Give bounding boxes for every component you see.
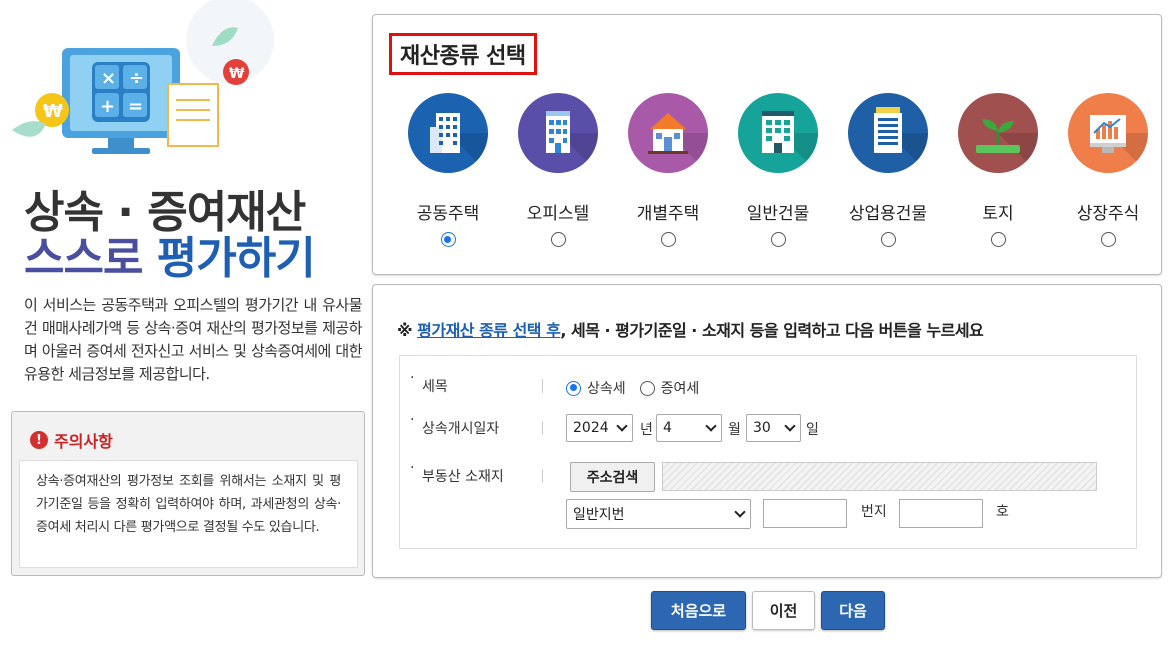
section-title: 재산종류 선택	[389, 33, 537, 75]
warning-icon: !	[30, 431, 48, 449]
date-label: 상속개시일자	[410, 412, 499, 438]
apartment-icon[interactable]	[408, 93, 488, 173]
address-label: 부동산 소재지	[410, 460, 504, 486]
asset-type-radio[interactable]	[1100, 232, 1116, 247]
caution-box: ! 주의사항 상속·증여재산의 평가정보 조회를 위해서는 소재지 및 평가기준…	[11, 411, 365, 576]
asset-type-radio[interactable]	[660, 232, 676, 247]
bunji-input[interactable]	[763, 499, 847, 528]
year-unit: 년	[640, 422, 653, 438]
lot-type-select[interactable]: 일반지번	[566, 499, 751, 529]
year-select[interactable]: 2024	[566, 414, 633, 442]
year-value: 2024	[573, 420, 609, 436]
svg-text:₩: ₩	[43, 101, 63, 122]
ho-input[interactable]	[899, 499, 983, 528]
caution-header: ! 주의사항	[30, 428, 113, 452]
next-button[interactable]: 다음	[821, 591, 885, 630]
svg-text:=: =	[128, 96, 143, 117]
asset-type-label: 일반건물	[746, 204, 810, 224]
notice-mark: ※	[397, 321, 418, 340]
month-unit: 월	[728, 422, 741, 438]
chevron-down-icon	[734, 506, 746, 518]
asset-type-label: 공동주택	[416, 204, 480, 224]
svg-text:÷: ÷	[129, 68, 144, 89]
asset-type-option[interactable]: 공동주택	[393, 93, 503, 251]
home-button[interactable]: 처음으로	[651, 591, 746, 630]
tax-type-label: 세목	[410, 370, 448, 396]
svg-text:×: ×	[101, 68, 116, 89]
chevron-down-icon	[784, 420, 796, 432]
input-form: 세목 상속세 증여세 상속개시일자 2024 년 4 월 30 일 부동산 소재…	[399, 355, 1137, 549]
month-value: 4	[663, 420, 672, 436]
page-title-part-a: 스스로	[24, 233, 157, 284]
asset-type-option[interactable]: 토지	[943, 93, 1053, 251]
option-gift-label: 증여세	[660, 381, 700, 397]
service-intro: 이 서비스는 공동주택과 오피스텔의 평가기간 내 유사물건 매매사례가액 등 …	[24, 296, 363, 383]
asset-type-panel: 재산종류 선택 공동주택 오피스텔 개별주택 일반건물 상업용건물 토지 상장주식	[372, 14, 1162, 275]
land-sprout-icon[interactable]	[958, 93, 1038, 173]
ho-unit: 호	[996, 504, 1009, 520]
hero-illustration: × ÷ + = ₩ ₩	[0, 0, 370, 180]
chevron-down-icon	[705, 420, 717, 432]
asset-type-radio[interactable]	[880, 232, 896, 247]
svg-text:₩: ₩	[229, 66, 245, 82]
tax-type-options: 상속세 증여세	[566, 378, 699, 398]
asset-type-radio[interactable]	[550, 232, 566, 247]
lot-type-value: 일반지번	[573, 507, 625, 523]
notice-highlight: 평가재산 종류 선택 후	[417, 321, 561, 340]
house-icon[interactable]	[628, 93, 708, 173]
asset-type-radio[interactable]	[990, 232, 1006, 247]
radio-inheritance[interactable]	[566, 380, 581, 396]
day-select[interactable]: 30	[746, 414, 801, 442]
address-search-button[interactable]: 주소검색	[570, 462, 655, 492]
asset-type-label: 개별주택	[636, 204, 700, 224]
prev-button[interactable]: 이전	[752, 591, 815, 630]
calculator-monitor-icon: × ÷ + = ₩ ₩	[12, 0, 274, 154]
month-select[interactable]: 4	[656, 414, 722, 442]
bunji-unit: 번지	[861, 504, 887, 520]
page-title-part-b: 평가하기	[156, 233, 316, 284]
radio-gift[interactable]	[639, 380, 655, 396]
input-panel: ※ 평가재산 종류 선택 후, 세목 · 평가기준일 · 소재지 등을 입력하고…	[372, 284, 1162, 578]
divider	[542, 469, 543, 483]
asset-type-option[interactable]: 개별주택	[613, 93, 723, 251]
address-field	[662, 462, 1097, 491]
asset-type-label: 상장주식	[1076, 204, 1140, 224]
instruction-notice: ※ 평가재산 종류 선택 후, 세목 · 평가기준일 · 소재지 등을 입력하고…	[397, 317, 984, 341]
option-inheritance-label: 상속세	[587, 381, 626, 397]
asset-type-option[interactable]: 상장주식	[1053, 93, 1163, 251]
asset-type-option[interactable]: 일반건물	[723, 93, 833, 251]
chevron-down-icon	[616, 420, 628, 432]
caution-title: 주의사항	[54, 432, 113, 451]
commercial-building-icon[interactable]	[848, 93, 928, 173]
asset-type-option[interactable]: 오피스텔	[503, 93, 613, 251]
left-panel: × ÷ + = ₩ ₩ 상속 · 증여재산 스스로 평가하기 이 서비스는 공동…	[0, 0, 370, 649]
asset-type-label: 토지	[982, 204, 1014, 224]
asset-type-option[interactable]: 상업용건물	[833, 93, 943, 251]
page-title-line2: 스스로 평가하기	[24, 222, 316, 286]
asset-type-label: 상업용건물	[848, 204, 928, 224]
divider	[542, 421, 543, 435]
building-icon[interactable]	[738, 93, 818, 173]
stock-chart-icon[interactable]	[1068, 93, 1148, 173]
day-value: 30	[753, 420, 771, 436]
divider	[542, 379, 543, 393]
asset-type-radio[interactable]	[440, 232, 456, 247]
officetel-icon[interactable]	[518, 93, 598, 173]
asset-type-radio[interactable]	[770, 232, 786, 247]
day-unit: 일	[806, 422, 819, 438]
svg-text:+: +	[100, 96, 115, 117]
caution-text: 상속·증여재산의 평가정보 조회를 위해서는 소재지 및 평가기준일 등을 정확…	[19, 460, 358, 568]
asset-type-label: 오피스텔	[526, 204, 590, 224]
action-bar: 처음으로 이전 다음	[651, 591, 885, 630]
notice-rest: , 세목 · 평가기준일 · 소재지 등을 입력하고 다음 버튼을 누르세요	[560, 321, 984, 340]
